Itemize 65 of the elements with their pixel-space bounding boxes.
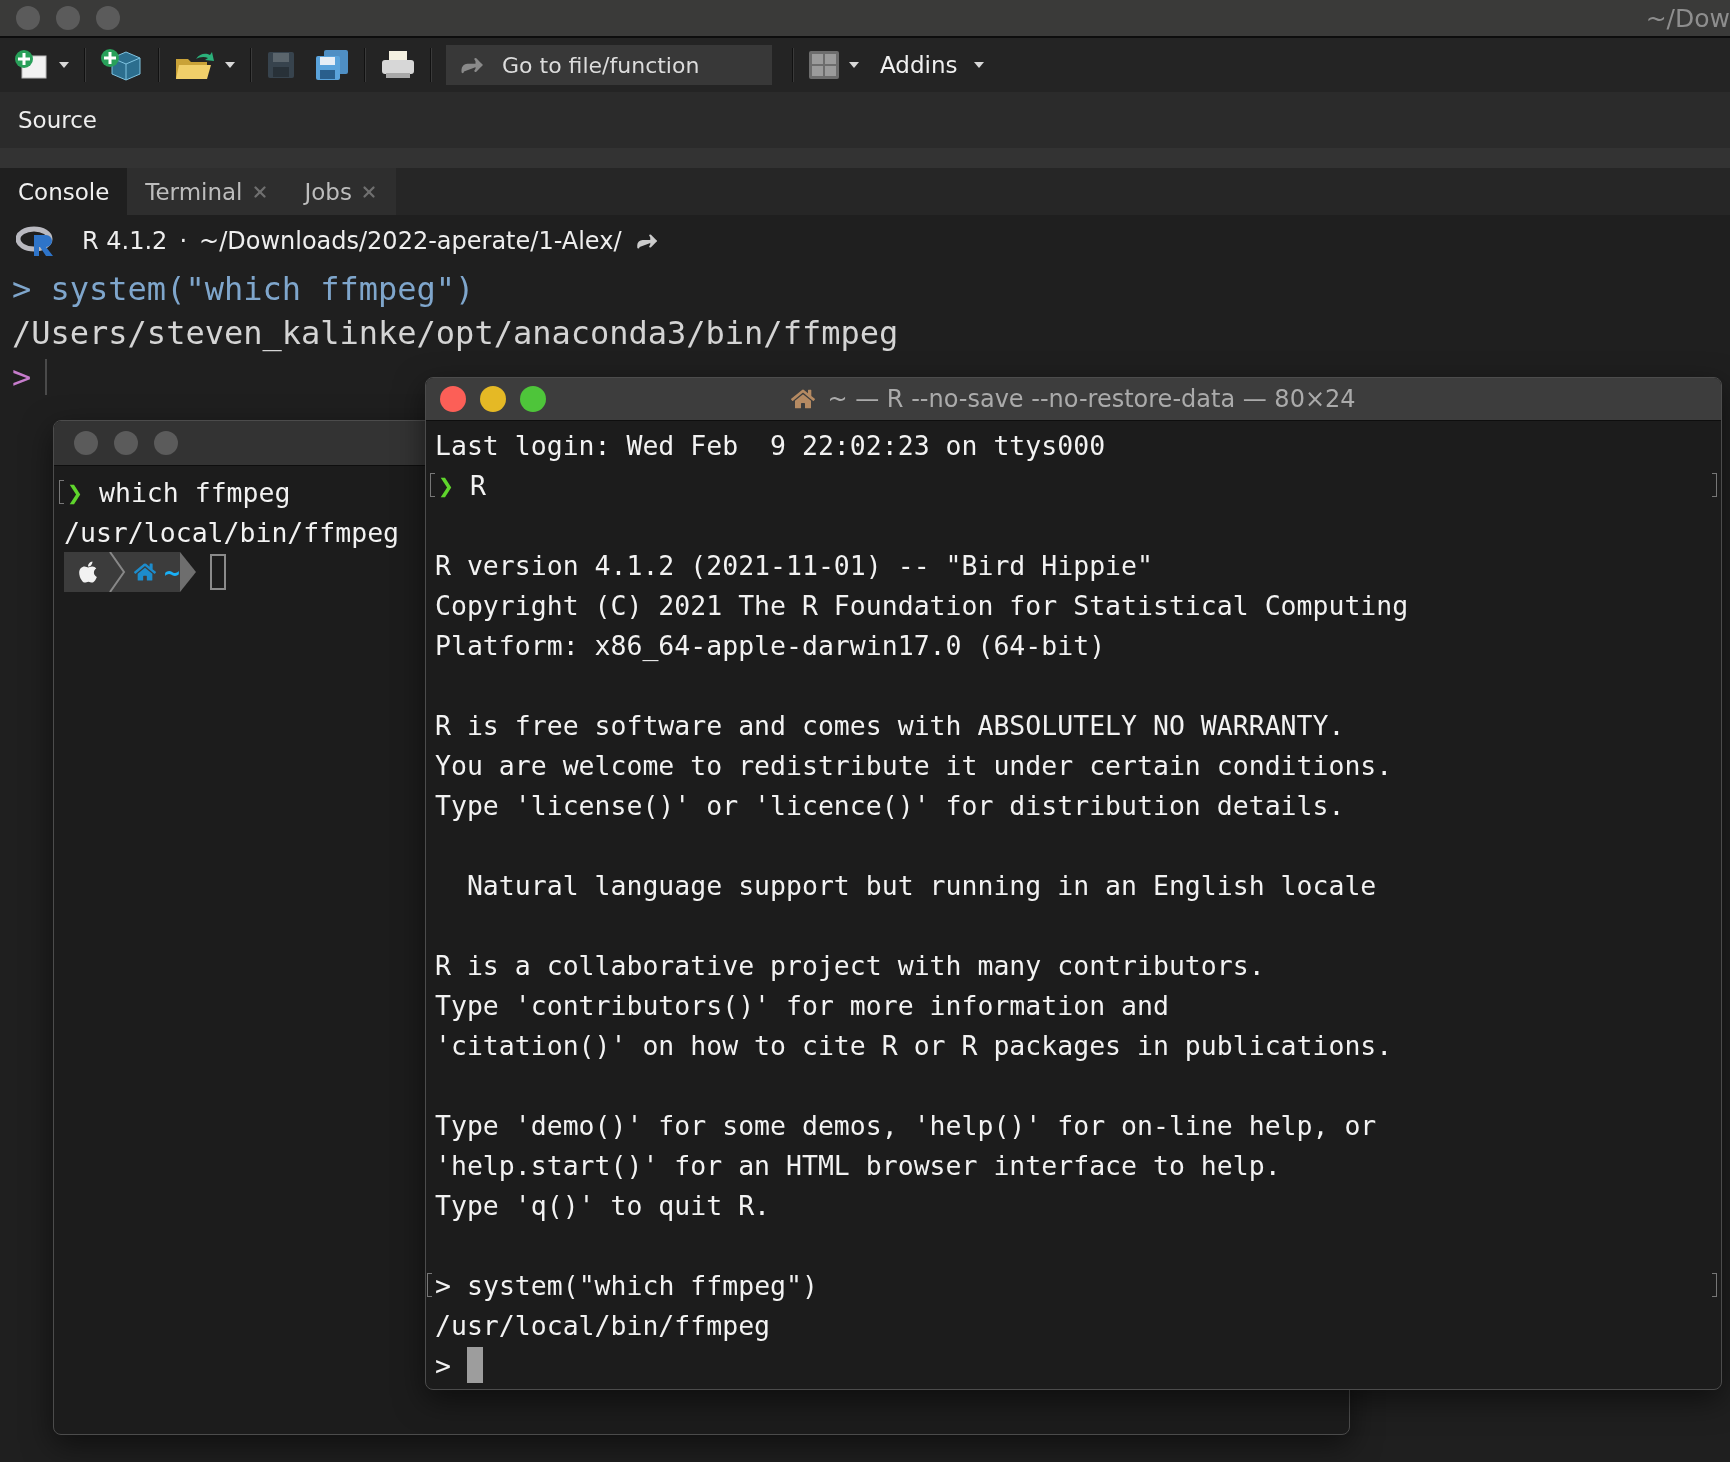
home-icon: [791, 387, 816, 411]
close-button[interactable]: [440, 386, 466, 412]
window-title: ~ — R --no-save --no-restore-data — 80×24: [827, 385, 1356, 413]
pane-tab[interactable]: Terminal: [127, 168, 287, 215]
terminal-text: Natural language support but running in an English locale: [465, 869, 1377, 901]
prompt-chevron: ❯: [438, 469, 454, 501]
new-file-icon: [14, 49, 50, 81]
window-title: ~/Dow: [1645, 3, 1730, 33]
text-cursor: [45, 359, 48, 395]
printer-icon: [380, 49, 416, 81]
chevron-icon: [108, 552, 126, 592]
terminal-text: /usr/local/bin/ffmpeg: [435, 1309, 771, 1341]
terminal-text: R is a collaborative project with many contributors.: [435, 949, 1265, 981]
home-icon: [134, 561, 156, 583]
console-prompt: >: [12, 358, 32, 396]
caret-icon: [848, 61, 860, 69]
pane-title: Source: [18, 107, 97, 133]
r-prompt: >: [435, 1269, 451, 1301]
terminal-command: R: [469, 469, 486, 501]
r-prompt: >: [435, 1349, 451, 1381]
terminal-text: Type 'demo()' for some demos, 'help()' for on-line help, or: [435, 1109, 1377, 1141]
minimize-button[interactable]: [480, 386, 506, 412]
terminal-text: Copyright (C) 2021 The R Foundation for Statistical Computing: [435, 589, 1409, 621]
text-cursor: [209, 554, 226, 590]
command-text: > system("which ffmpeg"): [12, 270, 475, 308]
terminal-text: Platform: x86_64-apple-darwin17.0 (64-bit): [435, 629, 1106, 661]
terminal-text: Type 'license()' or 'licence()' for distribution details.: [435, 789, 1345, 821]
terminal-text: Type 'q()' to quit R.: [435, 1189, 771, 1221]
working-directory: ~/Downloads/2022-aperate/1-Alex/: [199, 227, 622, 255]
caret-icon: [224, 61, 236, 69]
separator-dot: ·: [179, 227, 187, 255]
zoom-button[interactable]: [520, 386, 546, 412]
floppies-icon: [314, 49, 350, 81]
prompt-chevron: ❯: [67, 476, 83, 508]
terminal-text: Last login: Wed Feb 9 22:02:23 on ttys000: [435, 429, 1106, 461]
pane-tab[interactable]: Jobs: [286, 168, 396, 215]
terminal-command: which ffmpeg: [98, 476, 291, 508]
terminal-text: Type 'contributors()' for more information and: [435, 989, 1169, 1021]
addins-button[interactable]: Addins: [874, 52, 992, 78]
floppy-icon: [266, 50, 296, 80]
apple-icon: [76, 560, 100, 584]
terminal-text: 'help.start()' for an HTML browser interface to help.: [435, 1149, 1281, 1181]
caret-icon: [58, 61, 70, 69]
line-mark-icon: [1712, 1273, 1717, 1297]
directory-text: ~: [164, 556, 180, 588]
r-logo-icon: [16, 225, 56, 257]
arrow-icon: [179, 552, 196, 592]
terminal-text: R version 4.1.2 (2021-11-01) -- "Bird Hippie": [435, 549, 1153, 581]
terminal-text: You are welcome to redistribute it under certain conditions.: [435, 749, 1393, 781]
window-control-icon[interactable]: [154, 431, 178, 455]
window-control-icon[interactable]: [74, 431, 98, 455]
pane-tab[interactable]: Console: [0, 168, 128, 215]
output-text: /Users/steven_kalinke/opt/anaconda3/bin/ffmpeg: [12, 314, 899, 352]
text-cursor: [466, 1347, 483, 1383]
terminal-text: R is free software and comes with ABSOLUTELY NO WARRANTY.: [435, 709, 1345, 741]
terminal-text: 'citation()' on how to cite R or R packages in publications.: [435, 1029, 1393, 1061]
caret-icon: [973, 61, 986, 69]
terminal-command: system("which ffmpeg"): [466, 1269, 818, 1301]
r-version: R 4.1.2: [82, 227, 168, 255]
search-field[interactable]: Go to file/function: [446, 45, 772, 85]
grid-icon: [808, 50, 840, 80]
line-mark-icon: [1712, 473, 1717, 497]
terminal-text: /usr/local/bin/ffmpeg: [64, 516, 400, 548]
window-control-icon[interactable]: [114, 431, 138, 455]
cube-icon: [100, 48, 144, 82]
